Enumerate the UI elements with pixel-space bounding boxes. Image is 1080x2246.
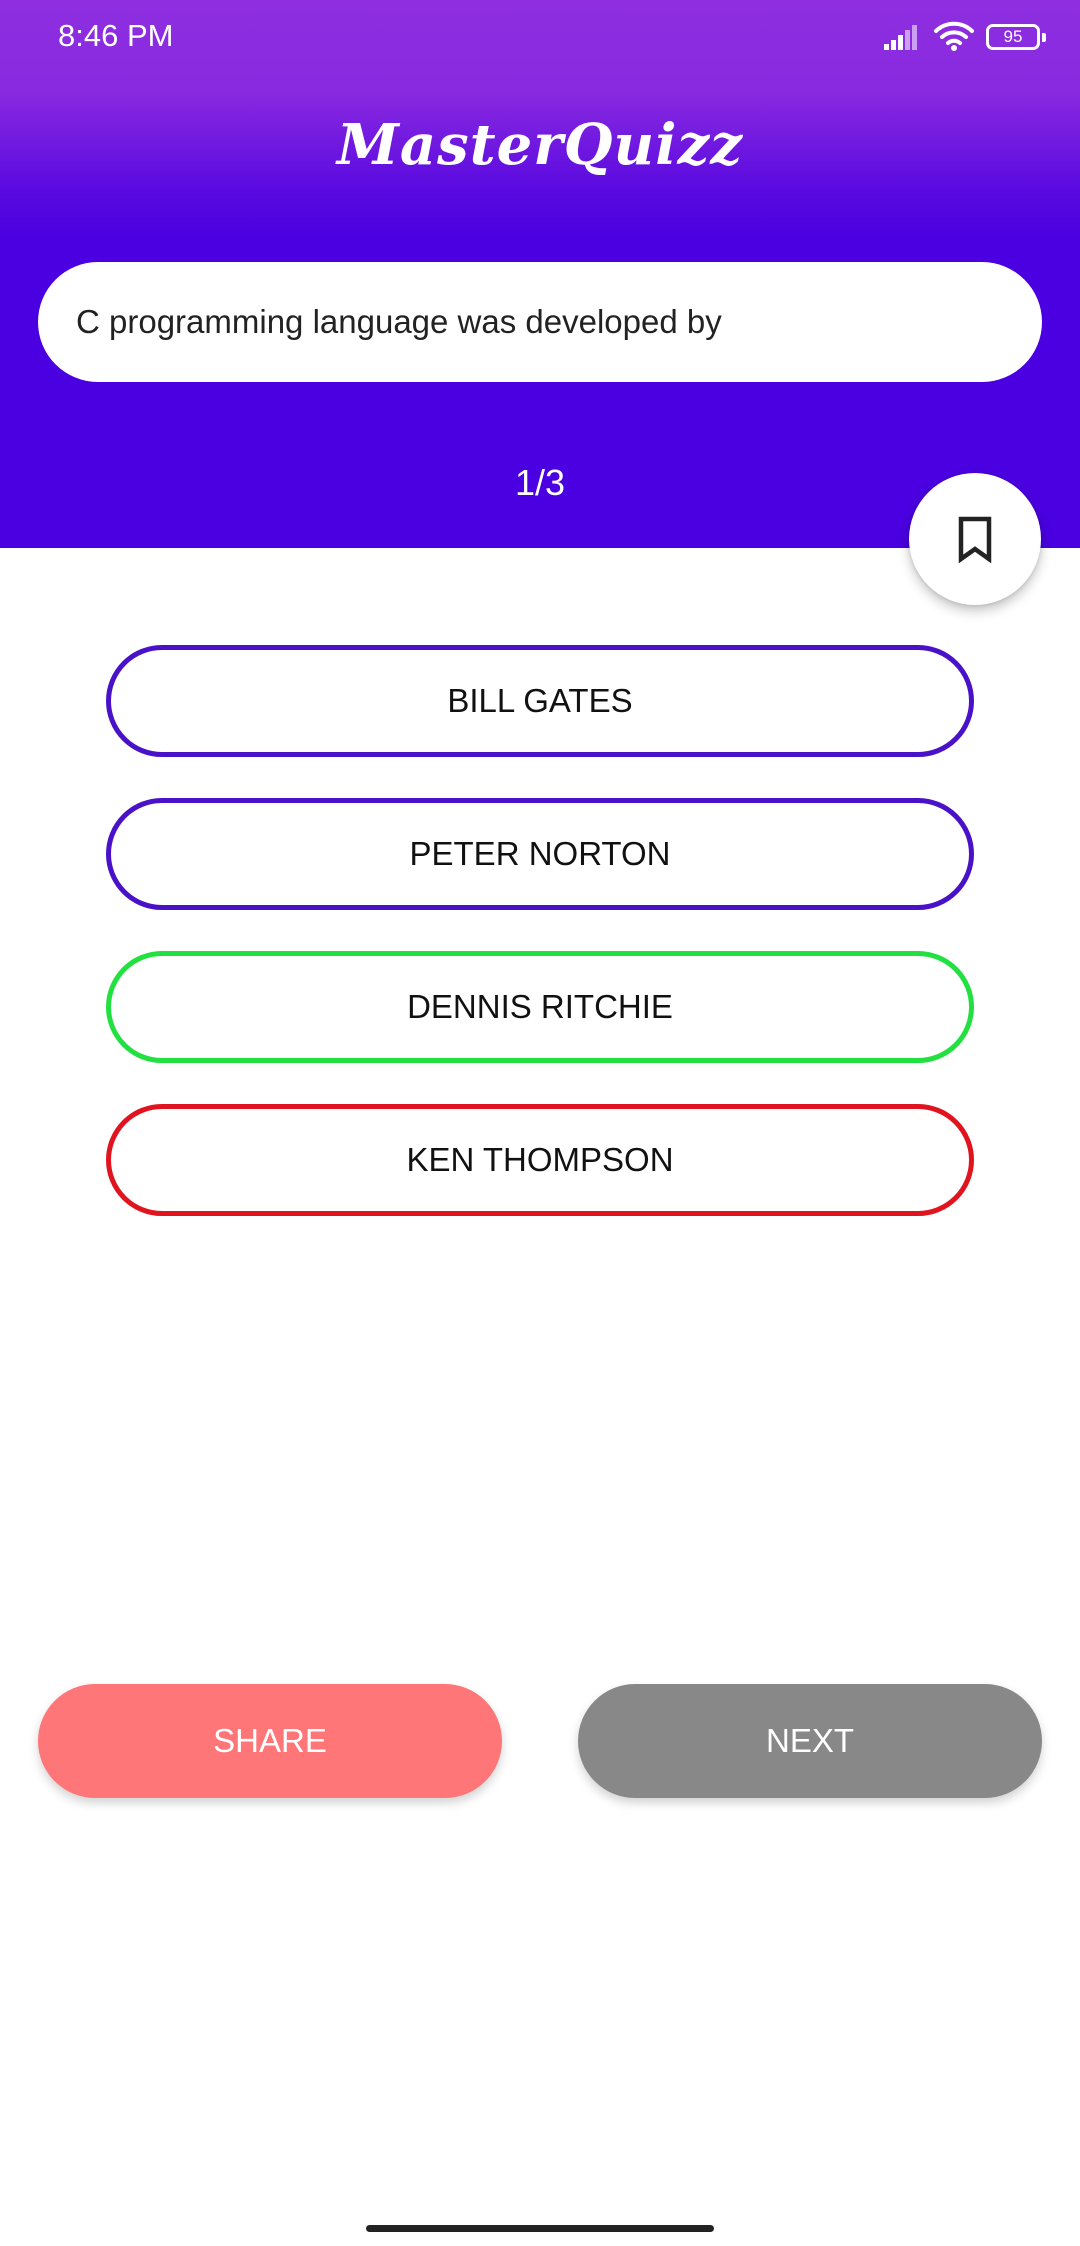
battery-level: 95 — [1003, 27, 1023, 46]
signal-bars-icon — [884, 24, 920, 55]
quiz-header: 8:46 PM 95 MasterQuizz C programming lan… — [0, 0, 1080, 548]
next-button[interactable]: NEXT — [578, 1684, 1042, 1798]
home-indicator[interactable] — [366, 2225, 714, 2232]
option-label: PETER NORTON — [409, 835, 671, 872]
status-bar: 8:46 PM 95 — [0, 0, 1080, 80]
option-label: BILL GATES — [447, 682, 633, 719]
question-card: C programming language was developed by — [38, 262, 1042, 382]
option-button[interactable]: PETER NORTON — [106, 798, 974, 910]
quiz-screen: 8:46 PM 95 MasterQuizz C programming lan… — [0, 0, 1080, 2246]
bookmark-icon — [958, 516, 992, 563]
battery-icon: 95 — [986, 24, 1046, 50]
share-label: SHARE — [213, 1722, 327, 1759]
option-label: KEN THOMPSON — [406, 1141, 674, 1178]
question-progress: 1/3 — [514, 462, 566, 503]
option-label: DENNIS RITCHIE — [407, 988, 673, 1025]
share-button[interactable]: SHARE — [38, 1684, 502, 1798]
option-button-wrong[interactable]: KEN THOMPSON — [106, 1104, 974, 1216]
question-text: C programming language was developed by — [76, 303, 722, 340]
status-time: 8:46 PM — [58, 18, 174, 53]
bookmark-button[interactable] — [909, 473, 1041, 605]
option-button[interactable]: BILL GATES — [106, 645, 974, 757]
wifi-icon — [934, 20, 974, 57]
app-title: MasterQuizz — [336, 112, 744, 178]
option-button-correct[interactable]: DENNIS RITCHIE — [106, 951, 974, 1063]
next-label: NEXT — [765, 1722, 854, 1759]
